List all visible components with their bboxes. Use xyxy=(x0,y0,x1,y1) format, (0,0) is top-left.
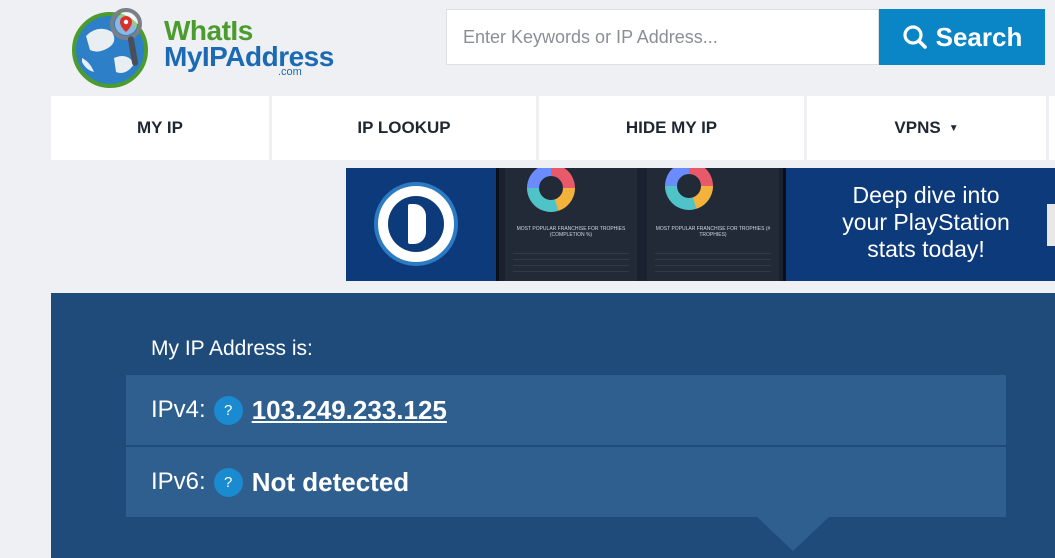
banner-headline: Deep dive into your PlayStation stats to… xyxy=(816,182,1036,263)
nav-item-ip-lookup[interactable]: IP LOOKUP xyxy=(272,96,536,160)
nav-item-hide-my-ip[interactable]: HIDE MY IP xyxy=(539,96,804,160)
nav-item-label: MY IP xyxy=(137,118,183,137)
logo-text: WhatIs MyIPAddress xyxy=(164,17,334,72)
ipv4-row: IPv4: ? 103.249.233.125 xyxy=(126,375,1006,445)
site-logo[interactable]: WhatIs MyIPAddress .com xyxy=(68,2,338,90)
nav-item-label: HIDE MY IP xyxy=(625,118,718,137)
logo-line-2: MyIPAddress xyxy=(164,41,334,72)
ipv6-help-icon[interactable]: ? xyxy=(213,467,243,497)
ad-banner[interactable]: MOST POPULAR FRANCHISE FOR TROPHIES (COM… xyxy=(346,168,1055,281)
site-header: WhatIs MyIPAddress .com Search xyxy=(0,0,1055,90)
search-box xyxy=(446,9,879,65)
banner-line-1: Deep dive into xyxy=(852,182,1000,208)
ipv6-value: Not detected xyxy=(251,466,410,497)
nav-item-label: IP LOOKUP xyxy=(357,118,451,137)
banner-panel-title: MOST POPULAR FRANCHISE FOR TROPHIES (# T… xyxy=(655,226,771,238)
nav-item-vpns[interactable]: VPNS ▼ xyxy=(807,96,1046,160)
ip-heading: My IP Address is: xyxy=(151,337,313,360)
banner-edge xyxy=(1047,204,1055,246)
ipv4-address-link[interactable]: 103.249.233.125 xyxy=(252,395,447,426)
main-nav: MY IP IP LOOKUP HIDE MY IP VPNS ▼ xyxy=(51,96,1055,160)
ipv6-row: IPv6: ? Not detected xyxy=(126,447,1006,517)
donut-chart-icon xyxy=(665,168,713,210)
donut-chart-icon xyxy=(527,168,575,212)
ip-address-panel: My IP Address is: IPv4: ? 103.249.233.12… xyxy=(51,293,1055,558)
nav-item-overflow[interactable] xyxy=(1049,96,1055,160)
ipv4-label: IPv4: xyxy=(151,396,206,423)
nav-item-label: VPNS xyxy=(894,118,941,137)
ipv4-help-icon[interactable]: ? xyxy=(213,395,243,425)
search-button-label: Search xyxy=(935,21,1023,52)
globe-magnifier-icon xyxy=(72,8,148,88)
chevron-down-icon: ▼ xyxy=(948,122,959,134)
panel-pointer xyxy=(757,517,829,551)
search-input[interactable] xyxy=(447,10,878,64)
psprices-logo-icon xyxy=(374,182,458,266)
banner-stats-panel: MOST POPULAR FRANCHISE FOR TROPHIES (# T… xyxy=(647,168,779,281)
nav-item-my-ip[interactable]: MY IP xyxy=(51,96,269,160)
logo-dotcom: .com xyxy=(278,66,302,78)
search-icon xyxy=(903,25,927,49)
banner-screenshot: MOST POPULAR FRANCHISE FOR TROPHIES (COM… xyxy=(496,168,786,281)
banner-line-2: your PlayStation xyxy=(842,209,1010,235)
banner-stats-panel: MOST POPULAR FRANCHISE FOR TROPHIES (COM… xyxy=(505,168,637,281)
search-button[interactable]: Search xyxy=(879,9,1045,65)
banner-line-3: stats today! xyxy=(867,236,985,262)
ipv6-label: IPv6: xyxy=(151,468,206,495)
banner-panel-title: MOST POPULAR FRANCHISE FOR TROPHIES (COM… xyxy=(516,226,626,238)
